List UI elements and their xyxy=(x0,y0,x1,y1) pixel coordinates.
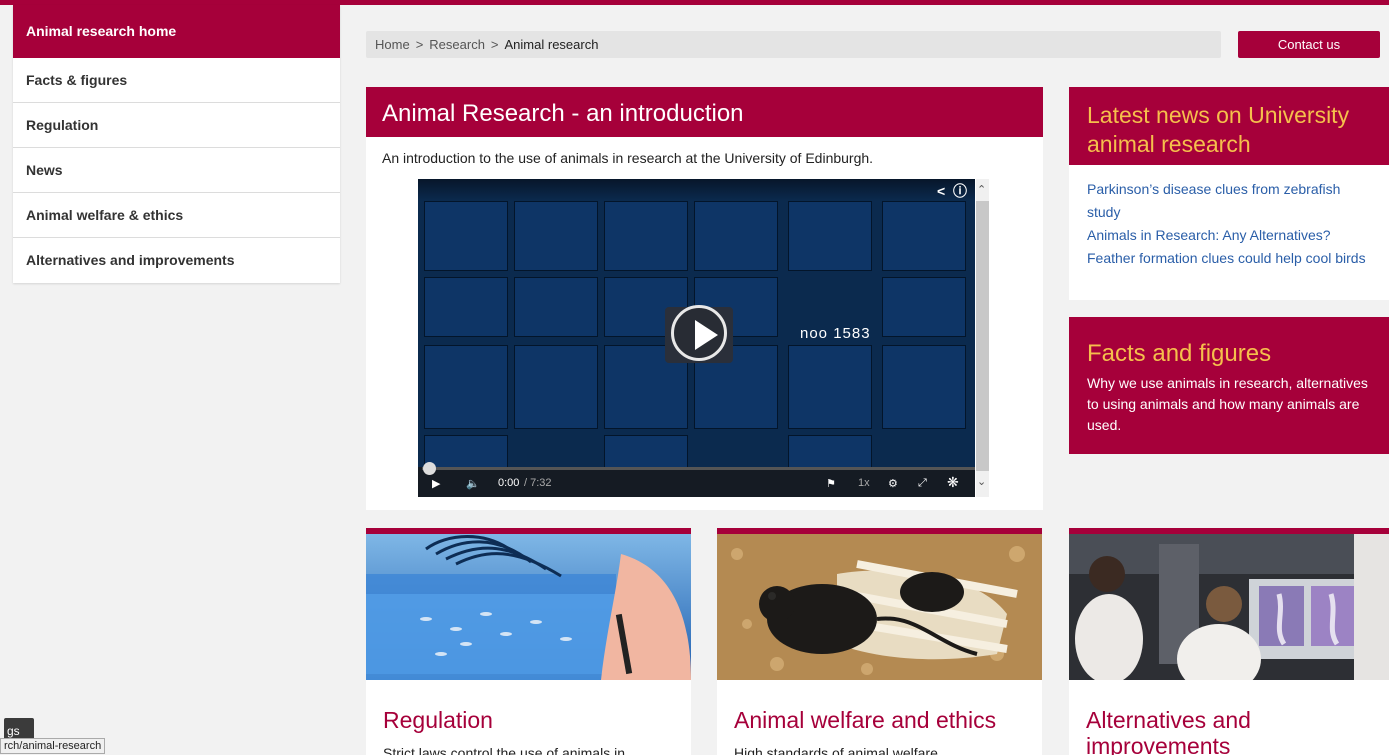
crest-icon[interactable]: ❋ xyxy=(947,474,959,491)
facts-figures-panel[interactable]: Facts and figures Why we use animals in … xyxy=(1069,317,1389,454)
current-time: 0:00 xyxy=(498,477,520,489)
card-image-lab xyxy=(1069,534,1389,680)
video-frame-tile xyxy=(514,277,598,337)
intro-title: Animal Research - an introduction xyxy=(366,87,1043,137)
card-title[interactable]: Animal welfare and ethics xyxy=(734,707,1032,733)
breadcrumb-separator: > xyxy=(490,37,499,52)
card-text: High standards of animal welfare xyxy=(734,745,938,755)
video-frame-tile xyxy=(788,345,872,429)
card-image-mouse xyxy=(717,534,1042,680)
duration: / 7:32 xyxy=(524,477,552,489)
card-image-zebrafish xyxy=(366,534,691,680)
video-frame-tile xyxy=(424,201,508,271)
sidebar-item-animal-research-home[interactable]: Animal research home xyxy=(13,5,340,58)
video-progress-knob[interactable] xyxy=(423,462,436,475)
latest-news-panel: Latest news on University animal researc… xyxy=(1069,87,1389,300)
video-scrollbar[interactable]: ⌃ ⌄ xyxy=(976,179,989,497)
video-top-bar: < ⓘ xyxy=(418,179,975,201)
scroll-up-icon[interactable]: ⌃ xyxy=(977,183,986,196)
video-controls: ▶ 🔈 0:00 / 7:32 ⚑ 1x ⚙ ⤢ ❋ xyxy=(418,462,975,497)
breadcrumb-current: Animal research xyxy=(504,37,599,52)
card-title[interactable]: Alternatives and improvements xyxy=(1086,707,1379,755)
latest-news-title: Latest news on University animal researc… xyxy=(1069,87,1389,165)
video-frame-text: noo 1583 xyxy=(800,325,871,342)
video-frame-tile xyxy=(882,201,966,271)
sidebar-nav: Animal research home Facts & figures Reg… xyxy=(13,5,340,283)
video-frame-tile xyxy=(514,345,598,429)
card-animal-welfare-ethics[interactable]: Animal welfare and ethics High standards… xyxy=(717,528,1042,755)
news-list: Parkinson’s disease clues from zebrafish… xyxy=(1069,165,1389,270)
video-frame-tile xyxy=(604,201,688,271)
info-icon[interactable]: ⓘ xyxy=(953,183,967,199)
video-frame-tile xyxy=(788,201,872,271)
facts-figures-text: Why we use animals in research, alternat… xyxy=(1087,375,1368,433)
card-text: Strict laws control the use of animals i… xyxy=(383,745,625,755)
card-alternatives-improvements[interactable]: Alternatives and improvements xyxy=(1069,528,1389,755)
sidebar-item-regulation[interactable]: Regulation xyxy=(13,103,340,148)
settings-icon[interactable]: ⚙ xyxy=(888,477,898,490)
play-icon xyxy=(695,320,718,350)
playback-speed[interactable]: 1x xyxy=(858,477,870,489)
scroll-down-icon[interactable]: ⌄ xyxy=(977,475,986,488)
play-icon[interactable]: ▶ xyxy=(432,477,440,490)
video-play-button[interactable] xyxy=(665,305,733,363)
status-bar-url: rch/animal-research xyxy=(0,738,106,754)
video-frame-tile xyxy=(694,201,778,271)
breadcrumb-home-link[interactable]: Home xyxy=(375,37,410,52)
sidebar-item-facts-figures[interactable]: Facts & figures xyxy=(13,58,340,103)
fullscreen-icon[interactable]: ⤢ xyxy=(918,477,927,490)
video-frame-tile xyxy=(882,345,966,429)
card-regulation[interactable]: Regulation Strict laws control the use o… xyxy=(366,528,691,755)
card-title[interactable]: Regulation xyxy=(383,707,681,733)
intro-description: An introduction to the use of animals in… xyxy=(382,150,874,166)
breadcrumb: Home > Research > Animal research xyxy=(366,31,1221,58)
volume-icon[interactable]: 🔈 xyxy=(466,477,480,490)
news-link[interactable]: Animals in Research: Any Alternatives? xyxy=(1087,224,1371,247)
contact-us-button[interactable]: Contact us xyxy=(1238,31,1380,58)
share-icon[interactable]: < xyxy=(937,183,945,199)
facts-figures-title[interactable]: Facts and figures xyxy=(1087,339,1371,369)
video-frame-tile xyxy=(424,277,508,337)
video-frame-tile xyxy=(424,345,508,429)
news-link[interactable]: Feather formation clues could help cool … xyxy=(1087,247,1371,270)
news-link[interactable]: Parkinson’s disease clues from zebrafish… xyxy=(1087,178,1371,224)
breadcrumb-separator: > xyxy=(415,37,424,52)
sidebar-item-alternatives[interactable]: Alternatives and improvements xyxy=(13,238,340,283)
sidebar-item-news[interactable]: News xyxy=(13,148,340,193)
breadcrumb-research-link[interactable]: Research xyxy=(429,37,485,52)
scroll-thumb[interactable] xyxy=(976,201,989,471)
intro-panel: Animal Research - an introduction An int… xyxy=(366,87,1043,510)
play-circle xyxy=(671,305,727,361)
video-frame-tile xyxy=(514,201,598,271)
video-player[interactable]: < ⓘ noo 1583 ▶ 🔈 0:00 / 7:32 ⚑ 1x ⚙ ⤢ ❋ xyxy=(418,179,975,497)
video-frame-tile xyxy=(882,277,966,337)
sidebar-item-animal-welfare-ethics[interactable]: Animal welfare & ethics xyxy=(13,193,340,238)
flag-icon[interactable]: ⚑ xyxy=(826,477,836,490)
video-progress-bar[interactable] xyxy=(422,462,975,475)
